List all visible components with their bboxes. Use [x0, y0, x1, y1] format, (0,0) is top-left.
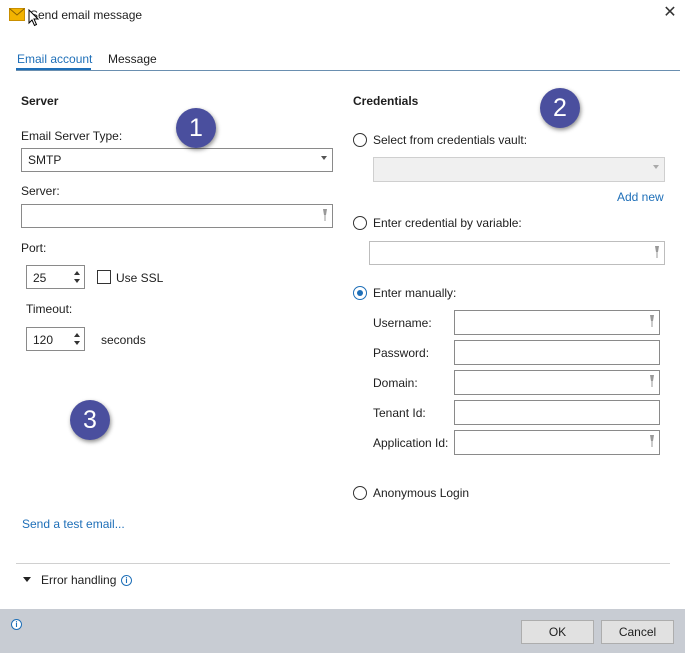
enter-manually-radio[interactable]: [353, 286, 367, 300]
password-label: Password:: [373, 346, 430, 360]
ok-button[interactable]: OK: [521, 620, 594, 644]
username-input[interactable]: [454, 310, 660, 335]
username-label: Username:: [373, 316, 432, 330]
variable-pin-icon[interactable]: [649, 435, 655, 447]
domain-input[interactable]: [454, 370, 660, 395]
close-icon[interactable]: ✕: [662, 5, 678, 21]
password-input[interactable]: [454, 340, 660, 365]
step-badge-2: 2: [540, 88, 580, 128]
chevron-down-icon: [321, 156, 327, 160]
envelope-icon: [9, 8, 25, 21]
section-divider: [16, 563, 670, 564]
info-icon[interactable]: i: [11, 619, 22, 630]
credential-variable-input[interactable]: [369, 241, 665, 265]
domain-label: Domain:: [373, 376, 418, 390]
tabs-divider: [16, 70, 680, 71]
increment-icon[interactable]: [74, 271, 80, 275]
timeout-label: Timeout:: [26, 302, 73, 316]
anonymous-login-label: Anonymous Login: [373, 486, 470, 500]
anonymous-login-radio[interactable]: [353, 486, 367, 500]
tab-message[interactable]: Message: [108, 52, 157, 66]
credential-variable-label: Enter credential by variable:: [373, 216, 522, 230]
credentials-section-title: Credentials: [353, 94, 419, 108]
port-label: Port:: [21, 241, 47, 255]
step-badge-3: 3: [70, 400, 110, 440]
add-new-link[interactable]: Add new: [617, 190, 664, 204]
timeout-unit-label: seconds: [101, 333, 146, 347]
info-icon[interactable]: i: [121, 575, 132, 586]
variable-pin-icon[interactable]: [322, 209, 328, 221]
server-section-title: Server: [21, 94, 59, 108]
server-input[interactable]: [21, 204, 333, 228]
error-handling-label[interactable]: Error handling: [41, 573, 116, 587]
tenant-id-label: Tenant Id:: [373, 406, 426, 420]
decrement-icon[interactable]: [74, 341, 80, 345]
variable-pin-icon[interactable]: [649, 375, 655, 387]
email-server-type-select[interactable]: SMTP: [21, 148, 333, 172]
timeout-stepper[interactable]: 120: [26, 327, 85, 351]
cancel-button[interactable]: Cancel: [601, 620, 674, 644]
variable-pin-icon[interactable]: [649, 315, 655, 327]
application-id-label: Application Id:: [373, 436, 449, 450]
tab-email-account[interactable]: Email account: [17, 52, 92, 66]
enter-manually-label: Enter manually:: [373, 286, 457, 300]
timeout-value: 120: [33, 333, 54, 347]
increment-icon[interactable]: [74, 333, 80, 337]
decrement-icon[interactable]: [74, 279, 80, 283]
use-ssl-label: Use SSL: [116, 271, 164, 285]
credentials-vault-radio[interactable]: [353, 133, 367, 147]
use-ssl-checkbox[interactable]: [97, 270, 111, 284]
chevron-down-icon[interactable]: [23, 577, 31, 582]
server-label: Server:: [21, 184, 60, 198]
chevron-down-icon: [653, 165, 659, 169]
port-stepper[interactable]: 25: [26, 265, 85, 289]
email-server-type-value: SMTP: [28, 153, 62, 167]
step-badge-1: 1: [176, 108, 216, 148]
tenant-id-input[interactable]: [454, 400, 660, 425]
window-title: Send email message: [30, 8, 143, 22]
application-id-input[interactable]: [454, 430, 660, 455]
variable-pin-icon[interactable]: [654, 246, 660, 258]
credentials-vault-select[interactable]: [373, 157, 665, 182]
credentials-vault-label: Select from credentials vault:: [373, 133, 528, 147]
port-value: 25: [33, 271, 47, 285]
credential-variable-radio[interactable]: [353, 216, 367, 230]
mouse-cursor-icon: [28, 9, 40, 27]
email-server-type-label: Email Server Type:: [21, 129, 123, 143]
send-test-email-link[interactable]: Send a test email...: [22, 517, 125, 531]
